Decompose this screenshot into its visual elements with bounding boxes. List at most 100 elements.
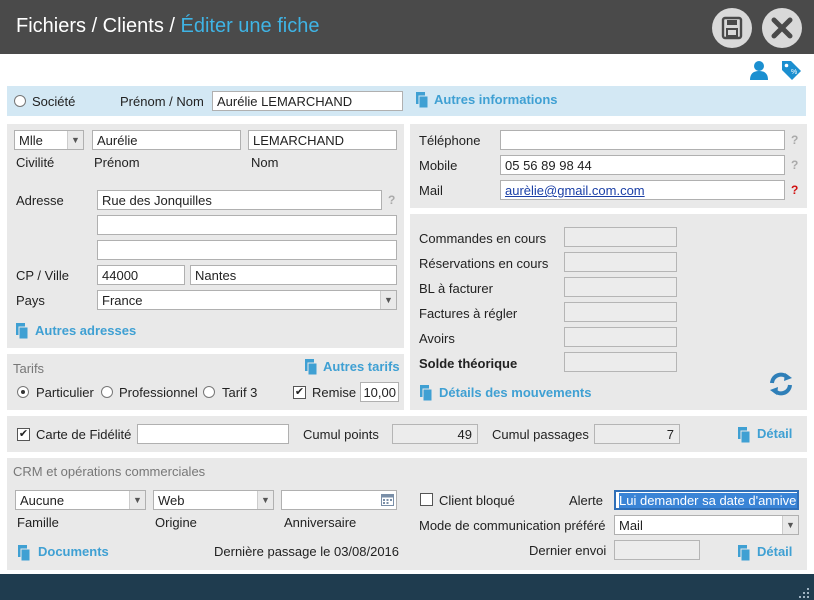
origine-label: Origine bbox=[155, 515, 197, 530]
mobile-field[interactable]: 05 56 89 98 44 bbox=[500, 155, 785, 175]
chevron-down-icon: ▼ bbox=[129, 491, 145, 509]
chevron-down-icon: ▼ bbox=[257, 491, 273, 509]
discount-tag-icon[interactable]: % bbox=[778, 57, 804, 83]
breadcrumb-current: Éditer une fiche bbox=[180, 15, 320, 37]
tarif3-label: Tarif 3 bbox=[222, 385, 258, 400]
details-mouvements-link[interactable]: Détails des mouvements bbox=[439, 385, 591, 400]
solde-label: Solde théorique bbox=[419, 356, 518, 371]
cumul-points-value: 49 bbox=[392, 424, 478, 444]
calendar-icon[interactable] bbox=[381, 493, 394, 506]
alerte-field[interactable]: Lui demander sa date d'anniversaire bbox=[614, 490, 799, 510]
prenom-nom-label: Prénom / Nom bbox=[120, 94, 204, 109]
factures-label: Factures à régler bbox=[419, 306, 518, 321]
famille-value: Aucune bbox=[20, 493, 65, 508]
civilite-label: Civilité bbox=[16, 155, 55, 170]
pays-select[interactable]: France ▼ bbox=[97, 290, 397, 310]
close-button[interactable] bbox=[762, 8, 802, 48]
particulier-label: Particulier bbox=[36, 385, 94, 400]
mail-field[interactable]: aurèlie@gmail.com.com bbox=[500, 180, 785, 200]
close-icon bbox=[771, 17, 793, 39]
factures-value bbox=[564, 302, 677, 322]
cp-ville-label: CP / Ville bbox=[16, 268, 69, 283]
anniversaire-label: Anniversaire bbox=[284, 515, 357, 530]
cumul-passages-value: 7 bbox=[594, 424, 680, 444]
crm-title: CRM et opérations commerciales bbox=[13, 464, 206, 479]
mode-communication-select[interactable]: Mail ▼ bbox=[614, 515, 799, 535]
reservations-label: Réservations en cours bbox=[419, 256, 549, 271]
adresse-line3[interactable] bbox=[97, 240, 397, 260]
particulier-radio[interactable] bbox=[17, 386, 29, 398]
telephone-field[interactable] bbox=[500, 130, 785, 150]
dernier-envoi-label: Dernier envoi bbox=[529, 543, 607, 558]
carte-fidelite-label: Carte de Fidélité bbox=[36, 427, 132, 442]
mobile-label: Mobile bbox=[419, 158, 458, 173]
adresse-line1[interactable]: Rue des Jonquilles bbox=[97, 190, 382, 210]
help-icon[interactable]: ? bbox=[791, 183, 798, 197]
autres-adresses-link[interactable]: Autres adresses bbox=[35, 323, 136, 338]
cumul-points-label: Cumul points bbox=[303, 427, 379, 442]
famille-select[interactable]: Aucune ▼ bbox=[15, 490, 146, 510]
nom-field[interactable]: LEMARCHAND bbox=[248, 130, 397, 150]
help-icon[interactable]: ? bbox=[791, 158, 798, 172]
bl-value bbox=[564, 277, 677, 297]
professionnel-radio[interactable] bbox=[101, 386, 113, 398]
commandes-value bbox=[564, 227, 677, 247]
societe-radio[interactable] bbox=[14, 95, 26, 107]
adresse-line2[interactable] bbox=[97, 215, 397, 235]
ville-field[interactable]: Nantes bbox=[190, 265, 397, 285]
svg-text:%: % bbox=[791, 69, 797, 76]
carte-fidelite-checkbox[interactable]: ✔ bbox=[17, 428, 30, 441]
prenom-nom-field[interactable]: Aurélie LEMARCHAND bbox=[212, 91, 403, 111]
client-bloque-checkbox[interactable] bbox=[420, 493, 433, 506]
telephone-label: Téléphone bbox=[419, 133, 481, 148]
page-title: Fichiers / Clients / Éditer une fiche bbox=[16, 15, 319, 38]
user-icon[interactable] bbox=[748, 59, 770, 81]
autres-informations-link[interactable]: Autres informations bbox=[434, 92, 558, 107]
save-button[interactable] bbox=[712, 8, 752, 48]
document-icon bbox=[18, 545, 30, 561]
footer-bar bbox=[0, 574, 814, 600]
cumul-passages-label: Cumul passages bbox=[492, 427, 589, 442]
avoirs-label: Avoirs bbox=[419, 331, 455, 346]
civilite-select[interactable]: Mlle ▼ bbox=[14, 130, 84, 150]
pays-label: Pays bbox=[16, 293, 45, 308]
origine-select[interactable]: Web ▼ bbox=[153, 490, 274, 510]
avoirs-value bbox=[564, 327, 677, 347]
tarif3-radio[interactable] bbox=[203, 386, 215, 398]
fidelite-detail-link[interactable]: Détail bbox=[757, 426, 792, 441]
chevron-down-icon: ▼ bbox=[380, 291, 396, 309]
mode-communication-label: Mode de communication préféré bbox=[419, 518, 606, 533]
chevron-down-icon: ▼ bbox=[782, 516, 798, 534]
crm-detail-link[interactable]: Détail bbox=[757, 544, 792, 559]
resize-grip-icon[interactable] bbox=[798, 587, 810, 599]
document-icon bbox=[738, 545, 750, 561]
remise-field[interactable]: 10,00 bbox=[360, 382, 399, 402]
anniversaire-field[interactable] bbox=[281, 490, 397, 510]
help-icon[interactable]: ? bbox=[791, 133, 798, 147]
tarifs-title: Tarifs bbox=[13, 361, 45, 376]
adresse-label: Adresse bbox=[16, 193, 64, 208]
alerte-label: Alerte bbox=[569, 493, 603, 508]
carte-fidelite-field[interactable] bbox=[137, 424, 289, 444]
prenom-field[interactable]: Aurélie bbox=[92, 130, 241, 150]
document-icon bbox=[420, 385, 432, 401]
bl-label: BL à facturer bbox=[419, 281, 493, 296]
mail-label: Mail bbox=[419, 183, 443, 198]
solde-value bbox=[564, 352, 677, 372]
civilite-value: Mlle bbox=[19, 133, 43, 148]
documents-link[interactable]: Documents bbox=[38, 544, 109, 559]
refresh-icon[interactable] bbox=[766, 369, 796, 399]
origine-value: Web bbox=[158, 493, 185, 508]
prenom-label: Prénom bbox=[94, 155, 140, 170]
mode-communication-value: Mail bbox=[619, 518, 643, 533]
remise-checkbox[interactable]: ✔ bbox=[293, 386, 306, 399]
document-icon bbox=[16, 323, 28, 339]
autres-tarifs-link[interactable]: Autres tarifs bbox=[323, 359, 400, 374]
dernier-envoi-value bbox=[614, 540, 700, 560]
cp-field[interactable]: 44000 bbox=[97, 265, 185, 285]
document-icon bbox=[305, 359, 317, 375]
nom-label: Nom bbox=[251, 155, 279, 170]
derniere-passage: Dernière passage le 03/08/2016 bbox=[214, 544, 400, 559]
reservations-value bbox=[564, 252, 677, 272]
help-icon[interactable]: ? bbox=[388, 193, 395, 207]
